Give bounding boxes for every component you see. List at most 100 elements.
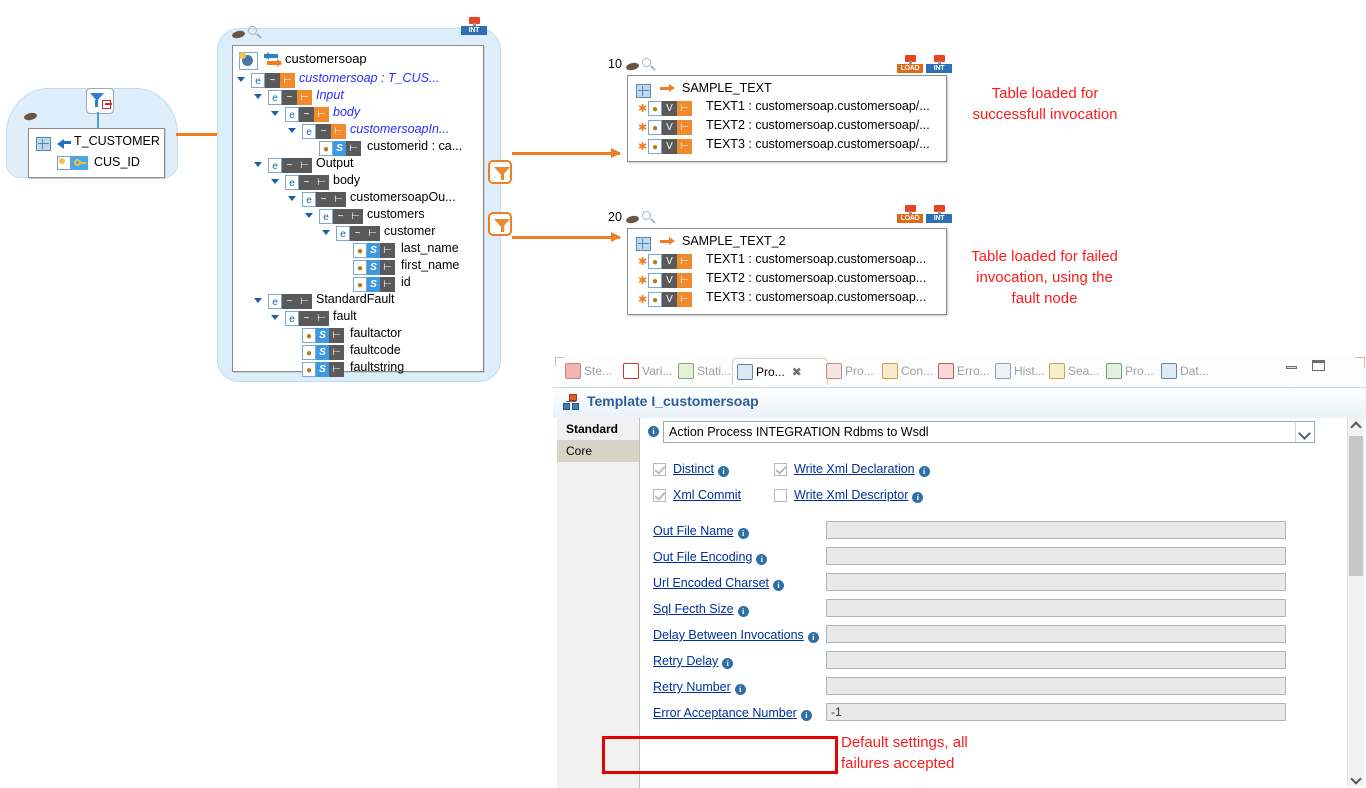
action-process-combo[interactable]: Action Process INTEGRATION Rdbms to Wsdl bbox=[663, 421, 1315, 443]
info-icon[interactable]: i bbox=[648, 426, 659, 437]
tab-problems[interactable]: Pro... bbox=[822, 358, 886, 384]
info-icon[interactable]: i bbox=[801, 710, 812, 721]
expander-icon[interactable] bbox=[288, 128, 296, 133]
expander-icon[interactable] bbox=[254, 162, 262, 167]
info-icon[interactable]: i bbox=[722, 658, 733, 669]
chevron-up-icon[interactable] bbox=[1349, 418, 1363, 434]
minimize-button[interactable] bbox=[1284, 361, 1300, 375]
maximize-button[interactable] bbox=[1311, 359, 1327, 373]
sample-text-box-1[interactable]: SAMPLE_TEXT ✱●V⊢TEXT1 : customersoap.cus… bbox=[627, 75, 947, 162]
info-icon[interactable]: i bbox=[738, 528, 749, 539]
scrollbar-thumb[interactable] bbox=[1349, 436, 1363, 576]
field-label-error-acceptance-number[interactable]: Error Acceptance Numberi bbox=[653, 706, 812, 721]
tree-node[interactable]: e~⊢StandardFault bbox=[233, 292, 483, 308]
checkbox-xml-commit[interactable] bbox=[653, 489, 666, 502]
expander-icon[interactable] bbox=[254, 94, 262, 99]
tab-search[interactable]: Sea... bbox=[1045, 358, 1110, 384]
info-icon[interactable]: i bbox=[735, 684, 746, 695]
checkbox-label-xml-commit[interactable]: Xml Commit bbox=[673, 488, 741, 502]
tree-node[interactable]: e~⊢body bbox=[233, 105, 483, 121]
tree-node[interactable]: e~⊢customersoapIn... bbox=[233, 122, 483, 138]
sub-tab-core[interactable]: Core bbox=[557, 440, 639, 462]
sample-text-box-2[interactable]: SAMPLE_TEXT_2 ✱●V⊢TEXT1 : customersoap.c… bbox=[627, 228, 947, 315]
tree-node[interactable]: ●S⊢customerid : ca... bbox=[233, 139, 483, 155]
close-icon[interactable]: ✖ bbox=[792, 365, 802, 379]
info-icon[interactable]: i bbox=[756, 554, 767, 565]
info-icon[interactable]: i bbox=[919, 466, 930, 477]
tab-console[interactable]: Con... bbox=[878, 358, 942, 384]
properties-scrollbar[interactable] bbox=[1347, 418, 1364, 786]
tree-node[interactable]: e~⊢customersoapOu... bbox=[233, 190, 483, 206]
field-label-sql-fecth-size[interactable]: Sql Fecth Sizei bbox=[653, 602, 749, 617]
field-input-delay-between-invocations[interactable] bbox=[826, 625, 1286, 643]
filter-button-bottom[interactable] bbox=[488, 212, 512, 236]
checkbox-write-xml-descriptor[interactable] bbox=[774, 489, 787, 502]
field-input-sql-fecth-size[interactable] bbox=[826, 599, 1286, 617]
tree-node[interactable]: ●S⊢id bbox=[233, 275, 483, 291]
field-input-retry-delay[interactable] bbox=[826, 651, 1286, 669]
field-input-error-acceptance-number[interactable]: -1 bbox=[826, 703, 1286, 721]
tree-node[interactable]: e~⊢Input bbox=[233, 88, 483, 104]
filter-output-icon[interactable] bbox=[86, 88, 114, 114]
expander-icon[interactable] bbox=[237, 77, 245, 82]
tab-database[interactable]: Dat... bbox=[1157, 358, 1220, 384]
tree-node[interactable]: e~⊢customers bbox=[233, 207, 483, 223]
table-icon bbox=[636, 235, 651, 251]
expander-icon[interactable] bbox=[271, 179, 279, 184]
sub-tab-standard[interactable]: Standard bbox=[557, 418, 639, 440]
field-input-out-file-encoding[interactable] bbox=[826, 547, 1286, 565]
tree-node[interactable]: e~⊢customer bbox=[233, 224, 483, 240]
tree-node[interactable]: ●S⊢faultstring bbox=[233, 360, 483, 376]
field-label-out-file-encoding[interactable]: Out File Encodingi bbox=[653, 550, 767, 565]
field-label-delay-between-invocations[interactable]: Delay Between Invocationsi bbox=[653, 628, 819, 643]
info-icon[interactable]: i bbox=[912, 492, 923, 503]
expander-icon[interactable] bbox=[288, 196, 296, 201]
info-icon[interactable]: i bbox=[773, 580, 784, 591]
tab-variables-dollar[interactable]: Vari... bbox=[619, 358, 682, 384]
expander-icon[interactable] bbox=[254, 298, 262, 303]
field-input-url-encoded-charset[interactable] bbox=[826, 573, 1286, 591]
chevron-down-icon[interactable] bbox=[1349, 770, 1363, 786]
info-icon[interactable]: i bbox=[718, 466, 729, 477]
expander-icon[interactable] bbox=[271, 111, 279, 116]
tree-node[interactable]: e~⊢body bbox=[233, 173, 483, 189]
node-icon-strip: ●S⊢ bbox=[353, 276, 395, 292]
field-label-url-encoded-charset[interactable]: Url Encoded Charseti bbox=[653, 576, 784, 591]
expander-icon[interactable] bbox=[271, 315, 279, 320]
tab-error-log[interactable]: Erro... bbox=[934, 358, 999, 384]
checkbox-write-xml-declaration[interactable] bbox=[774, 463, 787, 476]
expander-icon[interactable] bbox=[322, 230, 330, 235]
info-icon[interactable]: i bbox=[738, 606, 749, 617]
annotation-default-settings-text: Default settings, all failures accepted bbox=[841, 734, 968, 772]
checkbox-label-write-xml-descriptor[interactable]: Write Xml Descriptori bbox=[794, 488, 923, 503]
field-label-out-file-name[interactable]: Out File Namei bbox=[653, 524, 749, 539]
tree-node[interactable]: e~⊢fault bbox=[233, 309, 483, 325]
expander-icon[interactable] bbox=[305, 213, 313, 218]
tree-node[interactable]: ●S⊢first_name bbox=[233, 258, 483, 274]
source-table-box[interactable]: T_CUSTOMER CUS_ID bbox=[28, 128, 165, 178]
field-input-out-file-name[interactable] bbox=[826, 521, 1286, 539]
field-label-retry-delay[interactable]: Retry Delayi bbox=[653, 654, 733, 669]
tab-steps[interactable]: Ste... bbox=[561, 358, 627, 384]
magnifier-icon[interactable] bbox=[248, 26, 262, 40]
tab-properties[interactable]: Pro...✖ bbox=[732, 358, 828, 385]
checkbox-label-distinct[interactable]: Distincti bbox=[673, 462, 729, 477]
info-icon[interactable]: i bbox=[808, 632, 819, 643]
tab-history[interactable]: Hist... bbox=[991, 358, 1053, 384]
checkbox-label-write-xml-declaration[interactable]: Write Xml Declarationi bbox=[794, 462, 930, 477]
field-label-retry-number[interactable]: Retry Numberi bbox=[653, 680, 746, 695]
magnifier-icon[interactable] bbox=[642, 211, 656, 225]
tree-node[interactable]: ●S⊢last_name bbox=[233, 241, 483, 257]
tree-node[interactable]: e~⊢Output bbox=[233, 156, 483, 172]
tree-node[interactable]: ●S⊢faultactor bbox=[233, 326, 483, 342]
tab-progress[interactable]: Pro... bbox=[1102, 358, 1165, 384]
field-input-retry-number[interactable] bbox=[826, 677, 1286, 695]
tree-node[interactable]: ●S⊢faultcode bbox=[233, 343, 483, 359]
filter-button-top[interactable] bbox=[488, 160, 512, 184]
checkbox-distinct[interactable] bbox=[653, 463, 666, 476]
magnifier-icon[interactable] bbox=[642, 58, 656, 72]
tab-statistics-chart[interactable]: Stati... bbox=[674, 358, 740, 384]
chevron-down-icon[interactable] bbox=[1295, 422, 1314, 442]
soap-tree-panel[interactable]: customersoap e~⊢customersoap : T_CUS...e… bbox=[232, 45, 484, 372]
tree-node[interactable]: e~⊢customersoap : T_CUS... bbox=[233, 71, 483, 87]
